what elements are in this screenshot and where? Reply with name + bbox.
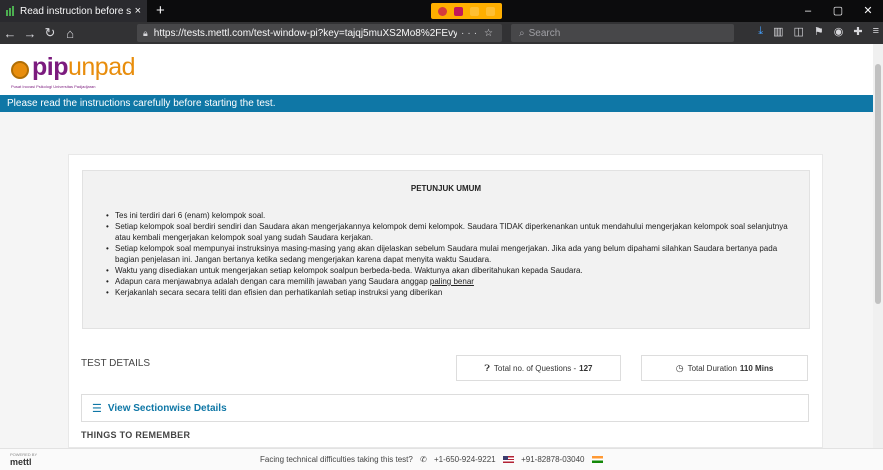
instruction-notice-bar: Please read the instructions carefully b… [0,95,883,112]
back-icon[interactable]: ← [0,26,20,41]
camera-icon[interactable] [454,6,464,16]
bookmark-star-icon[interactable]: ☆ [484,28,496,39]
microphone-icon[interactable] [469,6,479,16]
menu-icon[interactable]: ≡ [873,25,879,38]
instruction-item: Setiap kelompok soal mempunyai instruksi… [106,243,796,265]
browser-toolbar: ⤓ ▥ ◫ ⚑ ◉ ✚ ≡ [758,25,879,38]
extension-tray[interactable] [431,3,502,19]
new-tab-button[interactable]: + [156,2,165,19]
list-icon: ☰ [92,402,102,415]
search-placeholder: Search [528,27,561,39]
instruction-item: Waktu yang disediakan untuk mengerjakan … [106,265,796,276]
minimize-button[interactable]: – [793,0,823,22]
support-phone-us: +1-650-924-9221 [434,455,496,464]
instruction-item: Adapun cara menjawabnya adalah dengan ca… [106,276,796,287]
powered-by-mettl: POWERED BY mettl [10,452,38,467]
phone-icon: ✆ [420,455,427,464]
window-controls: – ▢ ✕ [793,0,883,22]
flag-extension-icon[interactable]: ⚑ [814,25,824,38]
mettl-favicon-icon [6,6,16,16]
clock-icon: ◷ [675,362,684,373]
url-text[interactable]: https://tests.mettl.com/test-window-pi?k… [154,28,457,39]
site-header: pipunpad Pusat Inovasi Psikologi Univers… [0,44,883,95]
pipunpad-logo-icon [11,61,29,79]
screen-share-icon[interactable] [485,6,495,16]
forward-icon[interactable]: → [20,26,40,41]
instruction-item: Kerjakanlah secara secara teliti dan efi… [106,287,796,298]
page-actions-icon[interactable]: ··· [461,28,480,39]
view-sectionwise-label: View Sectionwise Details [107,402,227,414]
us-flag-icon [502,456,514,464]
maximize-button[interactable]: ▢ [823,0,853,22]
instructions-title: PETUNJUK UMUM [410,184,482,193]
view-sectionwise-button[interactable]: ☰ View Sectionwise Details [81,394,809,422]
total-questions-label: Total no. of Questions - [493,363,577,373]
test-details-heading: TEST DETAILS [81,358,151,369]
support-phone-in: +91-82878-03040 [521,455,585,464]
logo-subtitle: Pusat Inovasi Psikologi Universitas Padj… [11,84,96,89]
scrollbar-thumb[interactable] [875,64,881,304]
sidebar-icon[interactable]: ◫ [793,25,803,38]
download-icon[interactable]: ⤓ [758,25,763,38]
extension-icon[interactable]: ✚ [853,25,862,38]
things-to-remember-heading: THINGS TO REMEMBER [81,430,191,440]
page-scrollbar[interactable] [873,44,883,448]
instruction-item: Tes ini terdiri dari 6 (enam) kelompok s… [106,210,796,221]
tab-title: Read instruction before startin [20,5,131,17]
answer-emphasis: paling benar [429,277,474,286]
india-flag-icon [591,456,603,464]
browser-tab-bar: Read instruction before startin × + – ▢ … [0,0,883,22]
browser-nav-bar: ← → ↻ ⌂ 🔒︎ https://tests.mettl.com/test-… [0,22,883,44]
reload-icon[interactable]: ↻ [40,25,60,41]
url-bar[interactable]: 🔒︎ https://tests.mettl.com/test-window-p… [137,24,502,42]
question-circle-icon: ❓︎ [484,362,490,373]
tab-close-icon[interactable]: × [135,5,141,17]
total-duration-label: Total Duration [687,363,737,373]
mettl-logo: mettl [10,457,32,467]
site-logo: pipunpad [32,53,136,81]
search-icon: ⌕ [519,27,525,39]
privacy-icon[interactable]: ◉ [834,25,844,38]
library-icon[interactable]: ▥ [773,25,783,38]
instructions-box: PETUNJUK UMUM Tes ini terdiri dari 6 (en… [82,170,810,329]
support-text: Facing technical difficulties taking thi… [260,455,413,464]
total-questions-box: ❓︎ Total no. of Questions - 127 [456,355,621,381]
lock-icon: 🔒︎ [143,27,148,38]
search-bar[interactable]: ⌕ Search [511,24,734,42]
total-duration-box: ◷ Total Duration 110 Mins [641,355,808,381]
close-window-button[interactable]: ✕ [853,0,883,22]
recording-icon[interactable] [438,6,448,16]
browser-tab[interactable]: Read instruction before startin × [0,0,147,22]
support-info: Facing technical difficulties taking thi… [260,455,603,464]
total-duration-value: 110 Mins [739,363,774,373]
home-icon[interactable]: ⌂ [60,26,80,41]
total-questions-value: 127 [579,363,593,373]
instructions-list: Tes ini terdiri dari 6 (enam) kelompok s… [106,210,796,298]
page-footer: POWERED BY mettl Facing technical diffic… [0,448,883,470]
instruction-item: Setiap kelompok soal berdiri sendiri dan… [106,221,796,243]
